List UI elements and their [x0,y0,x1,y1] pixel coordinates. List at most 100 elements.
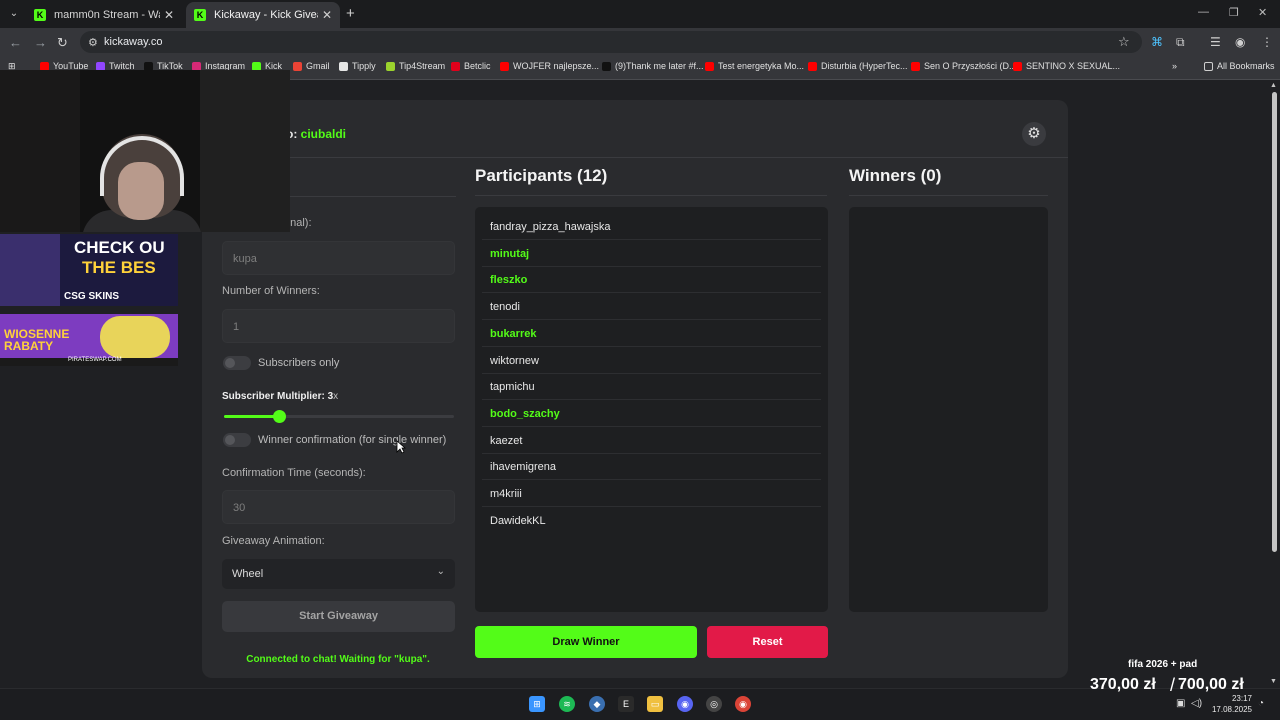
tipply-icon [339,61,348,71]
participant-item: tenodi [482,294,821,321]
participant-item: DawidekKL [490,514,546,527]
confirmation-time-input[interactable]: 30 [222,490,455,524]
scroll-up-icon[interactable]: ▲ [1270,82,1277,89]
file-explorer-icon[interactable]: ▭ [647,696,663,712]
youtube-icon [808,61,817,71]
keyword-input[interactable]: kupa [222,241,455,275]
donation-goal-title: fifa 2026 + pad [1128,659,1198,670]
winners-count-label: Number of Winners: [222,285,320,297]
bookmark-thank-me-later[interactable]: (9)Thank me later #f... [602,61,704,71]
bookmark-tip4stream[interactable]: Tip4Stream [386,61,445,71]
start-menu-icon[interactable]: ⊞ [529,696,545,712]
media-controls-icon[interactable]: ☰ [1210,35,1221,49]
spotify-icon[interactable]: ≋ [559,696,575,712]
participant-item: m4kriii [482,481,821,507]
chat-status-text: Connected to chat! Waiting for "kupa". [246,654,430,665]
restore-icon[interactable]: ❐ [1229,6,1239,19]
close-window-icon[interactable]: ✕ [1258,6,1267,19]
bookmark-label: SENTINO X SEXUAL... [1026,61,1121,71]
clock-date[interactable]: 17.08.2025 [1206,705,1252,714]
winners-count-input[interactable]: 1 [222,309,455,343]
banner-art [100,316,170,358]
site-info-icon[interactable]: ⚙ [88,36,98,49]
forward-icon[interactable]: → [34,35,47,50]
tab-search-icon[interactable]: ⌄ [6,6,22,22]
obs-icon[interactable]: ◎ [706,696,722,712]
bookmark-test-energetyka[interactable]: Test energetyka Mo... [705,61,804,71]
chrome-icon[interactable]: ◉ [735,696,751,712]
settings-gear-icon[interactable]: ⚙ [1022,122,1046,146]
close-tab-icon[interactable]: ✕ [322,8,332,22]
winner-confirmation-toggle[interactable] [223,433,251,447]
tab-title: mamm0n Stream - Watch Live ... [54,9,160,21]
bookmark-label: Betclic [464,61,491,71]
scroll-down-icon[interactable]: ▼ [1270,678,1277,685]
bookmark-sen-o-przyszlosci[interactable]: Sen O Przyszłości (D... [911,61,1017,71]
menu-icon[interactable]: ⋮ [1261,35,1273,49]
close-tab-icon[interactable]: ✕ [164,8,174,22]
back-icon[interactable]: ← [9,35,22,50]
bookmark-wojfer[interactable]: WOJFER najlepsze... [500,61,599,71]
reload-icon[interactable]: ↻ [57,35,68,51]
epic-games-icon[interactable]: E [618,696,634,712]
participant-item: fandray_pizza_hawajska [482,214,821,240]
bookmark-label: All Bookmarks [1217,61,1275,71]
webcam-background [200,70,290,232]
subscriber-multiplier-label: Subscriber Multiplier: 3x [222,391,338,402]
url-text[interactable]: kickaway.co [104,36,162,48]
bookmark-tipply[interactable]: Tipply [339,61,376,71]
logged-in-username: ciubaldi [300,127,347,141]
participants-title: Participants (12) [475,166,608,185]
profile-icon[interactable]: ◉ [1235,35,1245,49]
participant-item: ihavemigrena [482,454,821,481]
clock-time[interactable]: 23:17 [1218,694,1252,703]
bookmark-disturbia[interactable]: Disturbia (HyperTec... [808,61,908,71]
tip4stream-icon [386,61,395,71]
minimize-icon[interactable]: — [1198,6,1209,18]
mouse-cursor-icon [396,440,406,454]
network-icon[interactable]: ▣ [1176,698,1185,709]
translate-extension-icon[interactable]: ⌘ [1151,35,1163,49]
youtube-icon [1013,61,1022,71]
bookmarks-overflow-icon[interactable]: » [1172,61,1177,71]
page-scrollbar-thumb[interactable] [1272,92,1277,552]
subscribers-only-toggle[interactable] [223,356,251,370]
donation-goal-separator: / [1170,675,1176,695]
participant-item: bodo_szachy [482,401,821,427]
volume-icon[interactable]: ◁) [1191,698,1202,709]
tab-mamm0n-stream[interactable]: K mamm0n Stream - Watch Live ... ✕ [26,2,182,28]
giveaway-animation-label: Giveaway Animation: [222,535,325,547]
reset-button[interactable]: Reset [707,626,828,658]
banner-brand: PIRATESWAP.COM [68,357,122,363]
discord-icon[interactable]: ◉ [677,696,693,712]
bookmark-gmail[interactable]: Gmail [293,61,330,71]
notifications-icon[interactable]: ◔ [1258,698,1264,709]
start-giveaway-button[interactable]: Start Giveaway [222,601,455,632]
participant-item: wiktornew [482,348,821,374]
tab-kickaway[interactable]: K Kickaway - Kick Giveaway Tool ✕ [186,2,340,28]
bookmark-label: Gmail [306,61,330,71]
banner-brand: CSG SKINS [64,291,120,302]
bookmark-sentino[interactable]: SENTINO X SEXUAL... [1013,61,1120,71]
bookmark-label: Disturbia (HyperTec... [821,61,908,71]
select-value: Wheel [232,568,264,580]
bookmark-label: (9)Thank me later #f... [615,61,704,71]
winners-list [849,207,1048,612]
bookmark-label: WOJFER najlepsze... [513,61,600,71]
bookmark-label: Test energetyka Mo... [718,61,805,71]
multiplier-slider-fill [224,415,280,418]
participant-item: kaezet [482,428,821,454]
bookmark-betclic[interactable]: Betclic [451,61,491,71]
app-icon[interactable]: ◆ [589,696,605,712]
address-bar[interactable] [80,31,1142,53]
banner-headline: CHECK OU [74,238,165,257]
all-bookmarks[interactable]: All Bookmarks [1204,61,1275,71]
new-tab-icon[interactable]: + [346,5,355,22]
giveaway-animation-select[interactable]: Wheel ⌄ [222,559,455,589]
bookmark-star-icon[interactable]: ☆ [1118,34,1130,50]
participant-item: tapmichu [482,374,821,401]
extensions-icon[interactable]: ⧉ [1176,35,1185,50]
bookmark-label: Tip4Stream [399,61,446,71]
draw-winner-button[interactable]: Draw Winner [475,626,697,658]
webcam-overlay [0,70,290,232]
